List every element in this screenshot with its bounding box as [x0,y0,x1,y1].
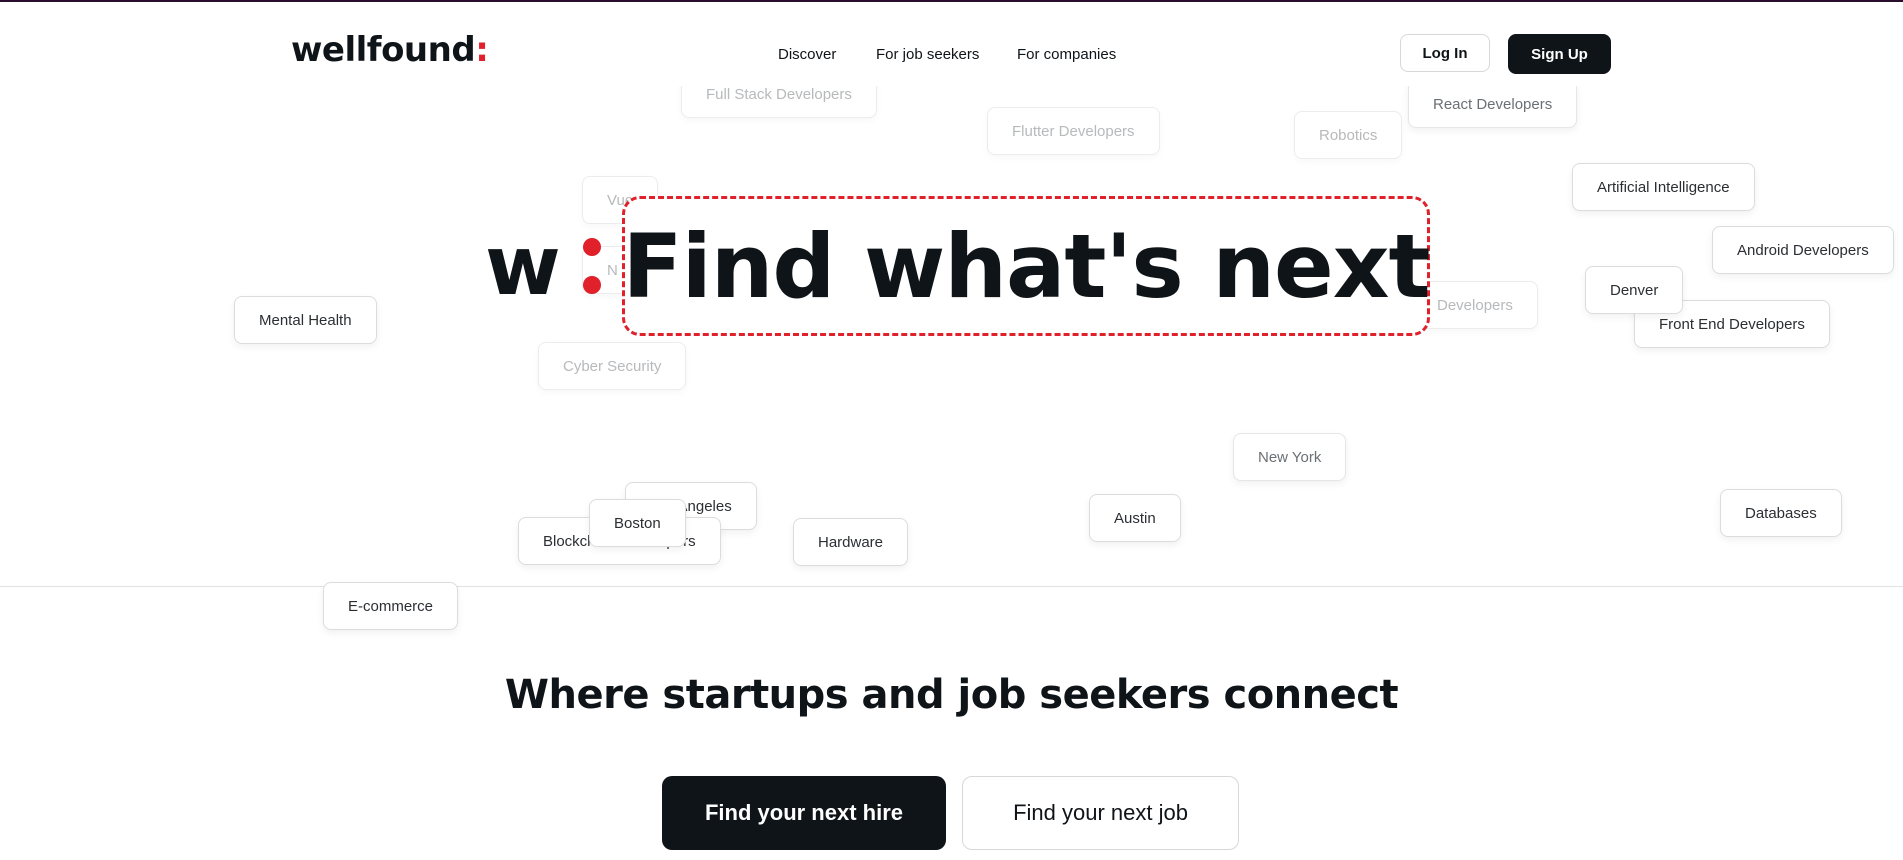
tag-full-stack-developers[interactable]: Full Stack Developers [681,86,877,118]
tag-flutter-developers[interactable]: Flutter Developers [987,107,1160,155]
tag-react-developers[interactable]: React Developers [1408,86,1578,128]
hero-section: Full Stack Developers Flutter Developers… [0,86,1903,586]
nav-discover[interactable]: Discover [778,46,836,63]
tag-e-commerce[interactable]: E-commerce [323,582,459,630]
tag-mental-health[interactable]: Mental Health [234,296,377,344]
hero-logo-mark: w [485,219,561,314]
signup-button[interactable]: Sign Up [1508,34,1611,74]
wellfound-logo[interactable]: wellfound: [291,30,489,70]
tag-robotics[interactable]: Robotics [1294,111,1403,159]
tag-austin[interactable]: Austin [1089,494,1181,542]
nav-for-job-seekers[interactable]: For job seekers [876,46,979,63]
tag-artificial-intelligence[interactable]: Artificial Intelligence [1572,163,1755,211]
find-next-job-button[interactable]: Find your next job [962,776,1239,850]
logo-wordmark: wellfound [291,30,476,70]
logo-colon: : [475,30,489,70]
hero-colon-dot-bottom [583,276,601,294]
hero-colon-dot-top [583,238,601,256]
tag-cyber-security[interactable]: Cyber Security [538,342,687,390]
section-subtitle: Where startups and job seekers connect [504,672,1399,718]
tag-denver[interactable]: Denver [1585,266,1684,314]
nav-for-companies[interactable]: For companies [1017,46,1116,63]
tag-databases[interactable]: Databases [1720,489,1842,537]
login-button[interactable]: Log In [1400,34,1490,72]
tag-boston[interactable]: Boston [589,499,686,547]
tag-new-york[interactable]: New York [1233,433,1347,481]
find-next-hire-button[interactable]: Find your next hire [662,776,946,850]
hero-divider [0,586,1903,587]
hero-title: Find what's next [622,214,1430,318]
tag-hardware[interactable]: Hardware [793,518,909,566]
tag-android-developers[interactable]: Android Developers [1712,226,1894,274]
site-header: wellfound: Discover For job seekers For … [0,2,1903,86]
hero-title-box: Find what's next [622,196,1431,336]
